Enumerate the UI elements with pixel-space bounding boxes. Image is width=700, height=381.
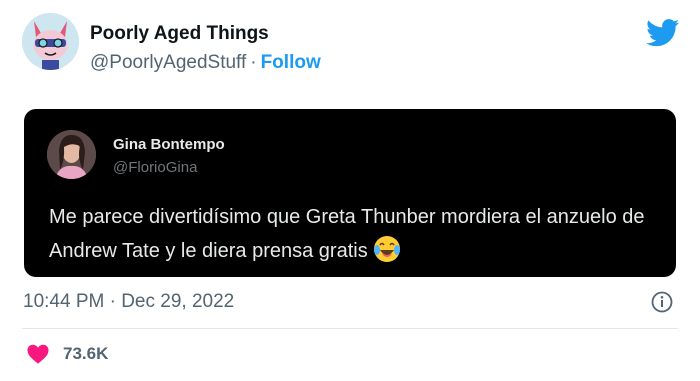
quoted-tweet-text: Me parece divertidísimo que Greta Thunbe…: [49, 201, 649, 268]
laughing-crying-emoji-icon: [373, 236, 400, 262]
quoted-tweet[interactable]: Gina Bontempo @FlorioGina Me parece dive…: [24, 109, 676, 277]
author-avatar[interactable]: [22, 13, 79, 70]
heart-icon: [27, 344, 49, 364]
follow-button[interactable]: Follow: [261, 52, 321, 73]
quoted-tweet-body: Me parece divertidísimo que Greta Thunbe…: [49, 206, 645, 262]
quoted-author-handle[interactable]: @FlorioGina: [113, 159, 197, 176]
author-handle-line: @PoorlyAgedStuff · Follow: [90, 52, 321, 74]
tweet-header: Poorly Aged Things @PoorlyAgedStuff · Foll…: [22, 13, 682, 79]
separator-dot: ·: [250, 52, 257, 73]
quoted-author-name[interactable]: Gina Bontempo: [113, 136, 225, 153]
author-handle[interactable]: @PoorlyAgedStuff: [90, 52, 246, 73]
like-count: 73.6K: [63, 344, 109, 363]
divider: [22, 328, 678, 329]
quoted-author-avatar[interactable]: [47, 130, 96, 179]
like-button[interactable]: 73.6K: [26, 342, 108, 366]
embedded-tweet-card: Poorly Aged Things @PoorlyAgedStuff · Foll…: [0, 0, 700, 381]
tweet-timestamp[interactable]: 10:44 PM · Dec 29, 2022: [23, 291, 234, 313]
author-display-name[interactable]: Poorly Aged Things: [90, 23, 269, 45]
twitter-bird-icon[interactable]: [646, 19, 680, 47]
info-icon[interactable]: [651, 291, 673, 313]
